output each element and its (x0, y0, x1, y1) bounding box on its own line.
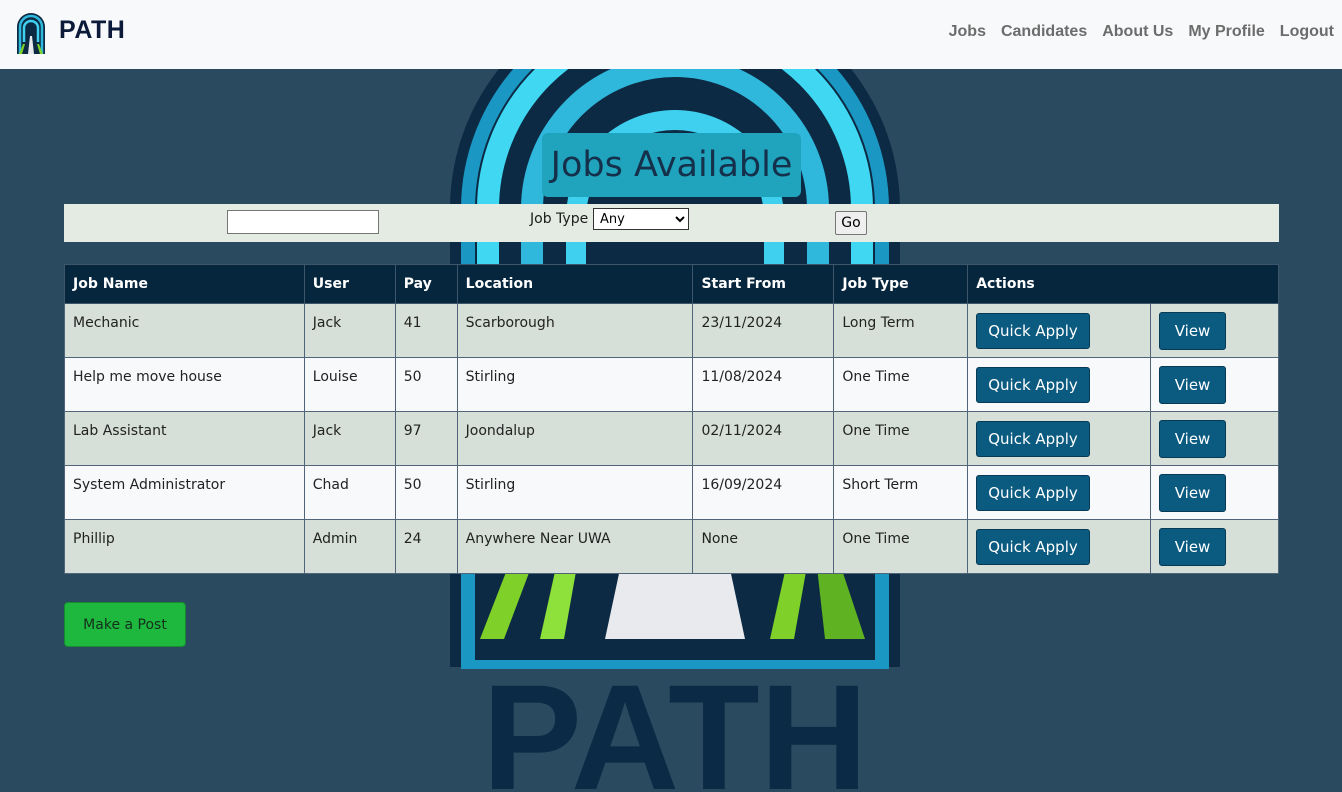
job-type-label: Job Type (530, 211, 589, 227)
cell-job-type: One Time (833, 411, 969, 466)
cell-quick-apply: Quick Apply (967, 411, 1152, 466)
cell-pay: 24 (394, 519, 458, 574)
filter-bar: Job Type Any Go (64, 204, 1279, 242)
quick-apply-button[interactable]: Quick Apply (976, 474, 1090, 511)
header-job-name: Job Name (64, 264, 305, 304)
view-button[interactable]: View (1159, 527, 1227, 566)
cell-job-name: System Administrator (64, 465, 305, 520)
quick-apply-button[interactable]: Quick Apply (976, 528, 1090, 565)
cell-user: Chad (303, 465, 396, 520)
quick-apply-button[interactable]: Quick Apply (976, 366, 1090, 403)
header-actions: Actions (967, 264, 1279, 304)
cell-view: View (1150, 465, 1279, 520)
cell-pay: 41 (394, 303, 458, 358)
cell-view: View (1150, 357, 1279, 412)
search-input[interactable] (227, 210, 379, 234)
cell-view: View (1150, 411, 1279, 466)
brand-name: PATH (59, 15, 126, 44)
page-title-box: Jobs Available (542, 133, 801, 197)
job-type-select[interactable]: Any (593, 208, 689, 230)
navbar: PATH Jobs Candidates About Us My Profile… (0, 0, 1342, 69)
make-a-post-button[interactable]: Make a Post (64, 602, 186, 647)
view-button[interactable]: View (1159, 311, 1227, 350)
view-button[interactable]: View (1159, 473, 1227, 512)
header-job-type: Job Type (833, 264, 969, 304)
cell-quick-apply: Quick Apply (967, 519, 1152, 574)
table-row: Mechanic Jack 41 Scarborough 23/11/2024 … (64, 303, 1279, 358)
cell-start-from: None (692, 519, 835, 574)
cell-quick-apply: Quick Apply (967, 303, 1152, 358)
cell-pay: 50 (394, 465, 458, 520)
cell-job-type: Long Term (833, 303, 969, 358)
cell-user: Jack (303, 303, 396, 358)
header-start-from: Start From (692, 264, 835, 304)
background-logo-text: PATH (482, 653, 868, 792)
nav-link-about-us[interactable]: About Us (1102, 23, 1173, 41)
cell-user: Louise (303, 357, 396, 412)
cell-start-from: 02/11/2024 (692, 411, 835, 466)
nav-link-candidates[interactable]: Candidates (1001, 23, 1087, 41)
header-location: Location (456, 264, 694, 304)
cell-job-type: Short Term (833, 465, 969, 520)
cell-user: Jack (303, 411, 396, 466)
table-header-row: Job Name User Pay Location Start From Jo… (64, 264, 1279, 304)
cell-job-type: One Time (833, 519, 969, 574)
table-row: Lab Assistant Jack 97 Joondalup 02/11/20… (64, 411, 1279, 466)
cell-start-from: 23/11/2024 (692, 303, 835, 358)
cell-job-type: One Time (833, 357, 969, 412)
jobs-table: Job Name User Pay Location Start From Jo… (64, 264, 1279, 574)
nav-link-my-profile[interactable]: My Profile (1188, 23, 1264, 41)
cell-quick-apply: Quick Apply (967, 465, 1152, 520)
cell-start-from: 16/09/2024 (692, 465, 835, 520)
brand[interactable]: PATH (16, 12, 125, 54)
cell-job-name: Help me move house (64, 357, 305, 412)
quick-apply-button[interactable]: Quick Apply (976, 312, 1090, 349)
cell-view: View (1150, 519, 1279, 574)
go-button[interactable]: Go (835, 211, 867, 235)
cell-pay: 97 (394, 411, 458, 466)
view-button[interactable]: View (1159, 365, 1227, 404)
table-row: Help me move house Louise 50 Stirling 11… (64, 357, 1279, 412)
nav-links: Jobs Candidates About Us My Profile Logo… (934, 23, 1334, 41)
cell-location: Scarborough (456, 303, 694, 358)
cell-start-from: 11/08/2024 (692, 357, 835, 412)
view-button[interactable]: View (1159, 419, 1227, 458)
cell-quick-apply: Quick Apply (967, 357, 1152, 412)
cell-job-name: Mechanic (64, 303, 305, 358)
quick-apply-button[interactable]: Quick Apply (976, 420, 1090, 457)
cell-job-name: Phillip (64, 519, 305, 574)
cell-pay: 50 (394, 357, 458, 412)
cell-job-name: Lab Assistant (64, 411, 305, 466)
header-user: User (303, 264, 396, 304)
cell-location: Joondalup (456, 411, 694, 466)
cell-location: Stirling (456, 465, 694, 520)
table-row: System Administrator Chad 50 Stirling 16… (64, 465, 1279, 520)
cell-user: Admin (303, 519, 396, 574)
table-row: Phillip Admin 24 Anywhere Near UWA None … (64, 519, 1279, 574)
cell-location: Stirling (456, 357, 694, 412)
nav-link-jobs[interactable]: Jobs (949, 23, 986, 41)
page-title: Jobs Available (550, 145, 793, 185)
path-logo-icon (17, 13, 45, 54)
header-pay: Pay (394, 264, 458, 304)
nav-link-logout[interactable]: Logout (1280, 23, 1334, 41)
cell-view: View (1150, 303, 1279, 358)
cell-location: Anywhere Near UWA (456, 519, 694, 574)
